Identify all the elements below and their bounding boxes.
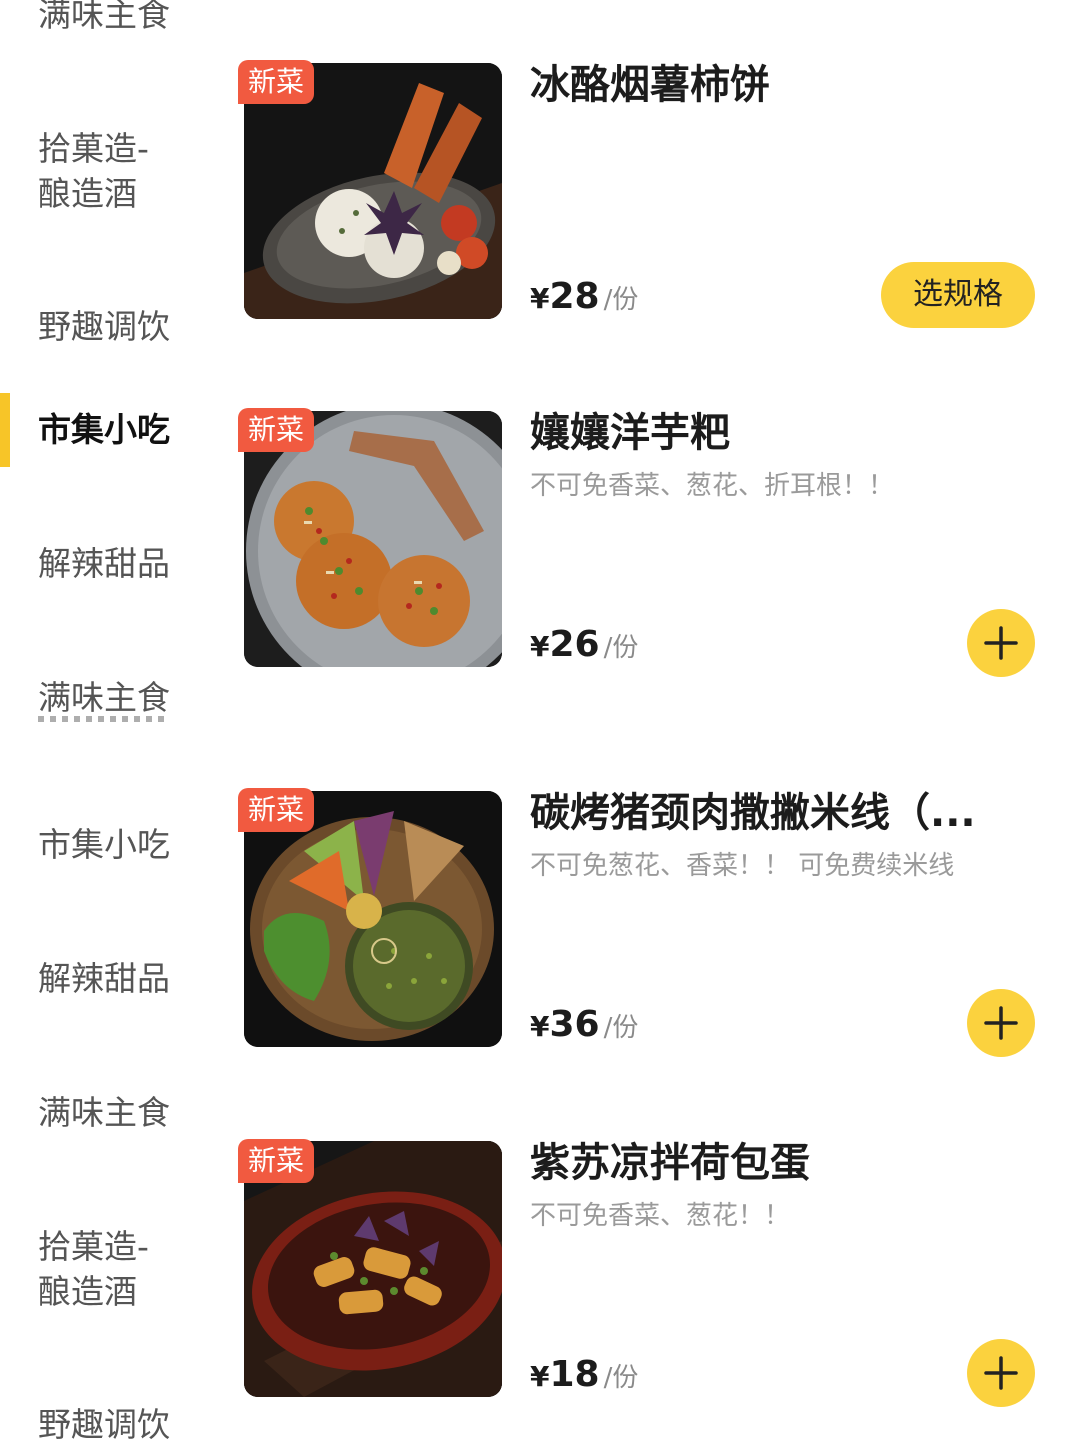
plus-icon [984,626,1018,660]
price-unit: /份 [603,633,639,663]
price-amount: 26 [549,624,600,665]
price-unit: /份 [603,1013,639,1043]
dish-price: ¥28/份 [530,275,638,325]
new-badge: 新菜 [238,408,314,452]
price-amount: 36 [549,1004,600,1045]
new-badge: 新菜 [238,788,314,832]
price-amount: 18 [549,1354,600,1395]
category-item[interactable]: 拾菓造- [38,126,149,172]
currency-symbol: ¥ [530,1010,550,1043]
add-to-cart-button[interactable] [967,609,1035,677]
dish-name: 紫苏凉拌荷包蛋 [530,1140,810,1186]
price-unit: /份 [603,1363,639,1393]
active-category-indicator [0,393,10,467]
screenshot-seam [0,722,1080,770]
currency-symbol: ¥ [530,282,550,315]
dish-description: 不可免香菜、葱花！！ [530,1201,791,1231]
category-item[interactable]: 解辣甜品 [38,956,170,1002]
category-item[interactable]: 满味主食 [38,1090,170,1136]
select-spec-button[interactable]: 选规格 [881,262,1035,328]
category-item[interactable]: 解辣甜品 [38,541,170,587]
new-badge: 新菜 [238,60,314,104]
add-to-cart-button[interactable] [967,989,1035,1057]
category-item[interactable]: 野趣调饮 [38,1402,170,1440]
category-item[interactable]: 野趣调饮 [38,304,170,350]
dish-name: 冰酪烟薯柿饼 [530,62,770,108]
price-unit: /份 [603,285,639,315]
category-item[interactable]: 拾菓造- [38,1224,149,1270]
price-amount: 28 [549,276,600,317]
dish-description: 不可免葱花、香菜！！ 可免费续米线 [530,851,955,881]
dish-name: 孃孃洋芋粑 [530,410,730,456]
dish-price: ¥36/份 [530,1003,638,1053]
category-item[interactable]: 市集小吃 [38,822,170,868]
new-badge: 新菜 [238,1139,314,1183]
dish-name: 碳烤猪颈肉撒撇米线（... [530,790,976,836]
plus-icon [984,1356,1018,1390]
category-item-cont[interactable]: 酿造酒 [38,1269,137,1315]
add-to-cart-button[interactable] [967,1339,1035,1407]
currency-symbol: ¥ [530,1360,550,1393]
plus-icon [984,1006,1018,1040]
dish-description: 不可免香菜、葱花、折耳根！！ [530,471,895,501]
category-item-cont[interactable]: 酿造酒 [38,171,137,217]
dish-price: ¥18/份 [530,1353,638,1403]
currency-symbol: ¥ [530,630,550,663]
category-item[interactable]: 满味主食 [38,675,170,721]
dish-price: ¥26/份 [530,623,638,673]
category-item-active[interactable]: 市集小吃 [38,407,170,453]
clipped-text-strip [38,716,168,722]
category-item[interactable]: 满味主食 [38,0,170,38]
